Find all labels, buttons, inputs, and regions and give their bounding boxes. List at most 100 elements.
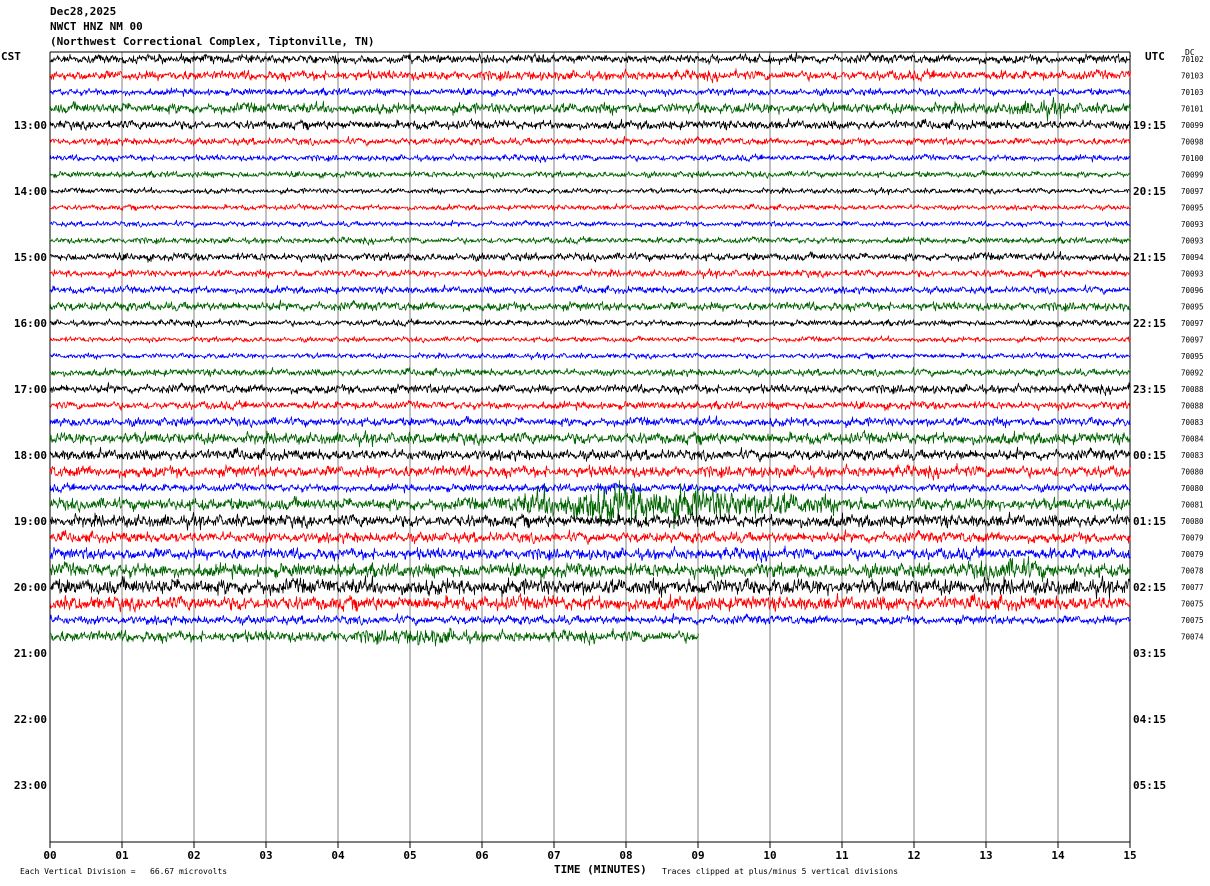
trace-line [49,575,1131,600]
x-tick-label: 04 [331,849,345,862]
dc-offset-label: 70077 [1181,583,1204,592]
minute-gridlines [49,51,1131,843]
trace-line [49,68,1131,84]
dc-offset-label: 70074 [1181,633,1204,642]
dc-offset-label: 70093 [1181,237,1204,246]
left-hour-label: 20:00 [14,581,47,594]
right-hour-label: 05:15 [1133,779,1166,792]
dc-offset-label: 70093 [1181,220,1204,229]
trace-line [49,335,1131,344]
trace-line [49,429,1131,448]
x-tick-label: 03 [259,849,272,862]
dc-offset-label: 70080 [1181,517,1204,526]
trace-line [49,545,1131,564]
trace-line [49,284,1131,295]
x-axis-title: TIME (MINUTES) [554,863,647,876]
time-axis: 00 01 02 03 04 05 06 07 08 09 10 11 12 13 14 15 [43,842,1137,862]
trace-line [49,382,1131,397]
dc-offset-label: 70102 [1181,55,1204,64]
dc-offset-label: 70079 [1181,534,1204,543]
dc-offset-label: 70083 [1181,418,1204,427]
dc-offset-label: 70083 [1181,451,1204,460]
left-hour-label: 13:00 [14,119,47,132]
dc-offset-label: 70097 [1181,319,1204,328]
left-hour-label: 18:00 [14,449,47,462]
right-hour-label: 23:15 [1133,383,1166,396]
x-tick-label: 02 [187,849,200,862]
dc-offset-label: 70095 [1181,352,1204,361]
dc-offset-label: 70097 [1181,336,1204,345]
trace-line [49,446,1131,463]
dc-offset-label: 70099 [1181,121,1204,130]
right-hour-label: 03:15 [1133,647,1166,660]
dc-offset-label: 70098 [1181,138,1204,147]
trace-line [49,87,1131,98]
right-hour-label: 00:15 [1133,449,1166,462]
dc-offset-label: 70092 [1181,369,1204,378]
left-hour-label: 19:00 [14,515,47,528]
dc-offset-label: 70088 [1181,402,1204,411]
trace-line [49,186,1131,196]
left-hour-label: 21:00 [14,647,47,660]
trace-line [49,592,1131,613]
trace-line [49,268,1131,280]
right-hour-label: 01:15 [1133,515,1166,528]
right-hour-label: 21:15 [1133,251,1166,264]
dc-offset-label: 70095 [1181,303,1204,312]
dc-offset-label: 70078 [1181,567,1204,576]
dc-offset-label: 70084 [1181,435,1204,444]
trace-line [49,555,1131,584]
x-tick-label: 06 [475,849,489,862]
x-tick-label: 14 [1051,849,1065,862]
x-tick-label: 10 [763,849,776,862]
dc-offset-label: 70101 [1181,105,1204,114]
left-hour-label: 22:00 [14,713,47,726]
seismogram-plot: 00 01 02 03 04 05 06 07 08 09 10 11 12 13 14 15 70102 70… [14,51,1204,862]
trace-line [49,219,1131,228]
dc-offset-label: 70080 [1181,468,1204,477]
left-hour-label: 17:00 [14,383,47,396]
trace-line [49,399,1131,412]
trace-line [49,463,1131,481]
trace-line [49,367,1131,378]
dc-offset-label: 70094 [1181,253,1204,262]
trace-line [49,351,1131,361]
x-tick-label: 01 [115,849,129,862]
dc-offset-label: 70103 [1181,72,1204,81]
x-tick-label: 15 [1123,849,1136,862]
dc-offset-label: 70100 [1181,154,1204,163]
seismic-traces [49,52,1131,647]
x-tick-label: 09 [691,849,704,862]
trace-line [49,415,1131,429]
dc-offset-label: 70075 [1181,600,1204,609]
x-tick-label: 05 [403,849,416,862]
trace-line [49,203,1131,212]
dc-offset-label: 70079 [1181,550,1204,559]
dc-offset-label: 70088 [1181,385,1204,394]
right-hour-label: 22:15 [1133,317,1166,330]
trace-line [49,96,1131,122]
x-tick-label: 07 [547,849,560,862]
trace-line [49,251,1131,263]
x-tick-label: 13 [979,849,992,862]
trace-line [49,235,1131,246]
right-hour-label: 19:15 [1133,119,1166,132]
right-hour-label: 20:15 [1133,185,1166,198]
right-hour-label: 04:15 [1133,713,1166,726]
right-hour-label: 02:15 [1133,581,1166,594]
x-tick-label: 00 [43,849,56,862]
dc-offset-label: 70075 [1181,616,1204,625]
left-hour-label: 15:00 [14,251,47,264]
x-tick-label: 08 [619,849,632,862]
dc-offset-label: 70103 [1181,88,1204,97]
dc-offset-label: 70081 [1181,501,1204,510]
trace-line [49,613,1131,627]
x-tick-label: 12 [907,849,920,862]
trace-line [49,482,1131,495]
trace-line [49,299,1131,313]
trace-line [49,318,1131,329]
trace-line [49,153,1131,164]
dc-offset-label: 70099 [1181,171,1204,180]
dc-offset-label: 70095 [1181,204,1204,213]
scale-note: Each Vertical Division = 66.67 microvolt… [20,867,228,876]
